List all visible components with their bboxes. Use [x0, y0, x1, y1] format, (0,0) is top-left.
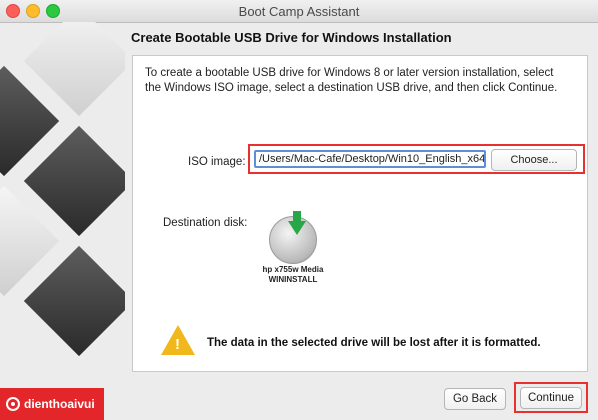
- disk-volume: WININSTALL: [268, 275, 318, 284]
- brand-watermark: dienthoaivui: [0, 388, 104, 420]
- zoom-window-button[interactable]: [46, 4, 60, 18]
- choose-button[interactable]: Choose...: [491, 149, 577, 171]
- destination-disk-label: Destination disk:: [163, 217, 248, 229]
- brand-logo-icon: [6, 397, 20, 411]
- iso-highlight-box: /Users/Mac-Cafe/Desktop/Win10_English_x6…: [248, 144, 585, 174]
- minimize-window-button[interactable]: [26, 4, 40, 18]
- go-back-button[interactable]: Go Back: [444, 388, 506, 410]
- instructions-text: To create a bootable USB drive for Windo…: [145, 67, 558, 94]
- brand-name: dienthoaivui: [24, 397, 95, 411]
- logo-pane-icon: [23, 245, 125, 357]
- warning-message: The data in the selected drive will be l…: [207, 337, 541, 349]
- content-panel: To create a bootable USB drive for Windo…: [132, 55, 588, 372]
- title-bar: Boot Camp Assistant: [0, 0, 598, 23]
- download-arrow-icon: [288, 221, 306, 235]
- warning-exclamation-icon: !: [175, 336, 180, 353]
- iso-image-label: ISO image:: [188, 156, 246, 168]
- window-controls: [6, 4, 60, 18]
- disk-name: hp x755w Media WININSTALL: [261, 265, 325, 285]
- iso-path-field[interactable]: /Users/Mac-Cafe/Desktop/Win10_English_x6…: [254, 150, 486, 168]
- logo-pane-icon: [23, 125, 125, 237]
- continue-button[interactable]: Continue: [520, 387, 582, 409]
- close-window-button[interactable]: [6, 4, 20, 18]
- boot-camp-logo: [0, 22, 125, 382]
- page-title: Create Bootable USB Drive for Windows In…: [131, 30, 452, 45]
- continue-highlight-box: Continue: [514, 382, 588, 413]
- disk-model: hp x755w Media: [262, 265, 324, 274]
- window-title: Boot Camp Assistant: [238, 3, 360, 19]
